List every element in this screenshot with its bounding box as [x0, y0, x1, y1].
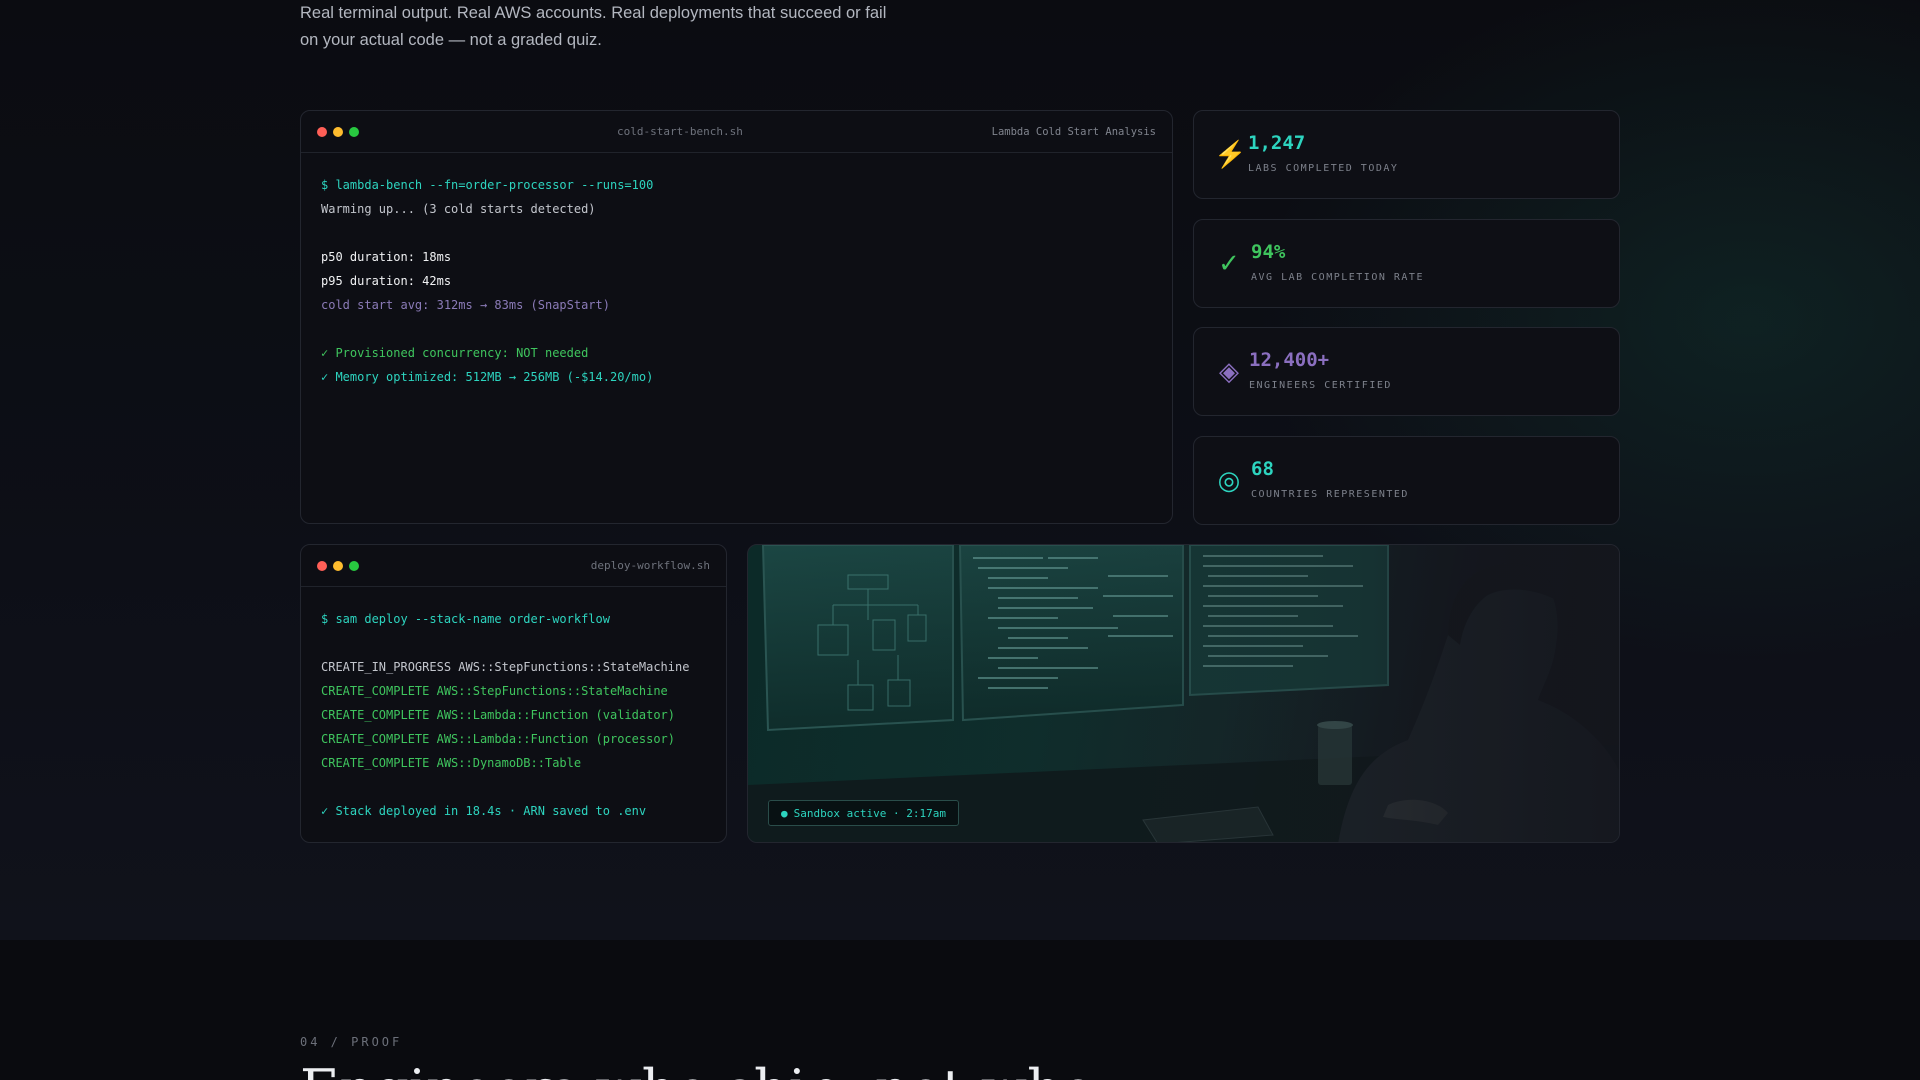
- terminal-line: CREATE_COMPLETE AWS::StepFunctions::Stat…: [321, 684, 668, 698]
- stat-label: COUNTRIES REPRESENTED: [1251, 489, 1409, 500]
- terminal-header: deploy-workflow.sh: [301, 545, 726, 587]
- terminal-tag: Lambda Cold Start Analysis: [991, 125, 1156, 138]
- stat-value: 12,400+: [1249, 349, 1330, 371]
- close-dot-icon[interactable]: [317, 560, 327, 571]
- diamond-icon: ◈: [1219, 356, 1239, 386]
- lightning-icon: ⚡: [1214, 139, 1247, 169]
- terminal-line: CREATE_COMPLETE AWS::Lambda::Function (v…: [321, 708, 676, 722]
- window-controls: [317, 560, 359, 571]
- terminal-line: $ sam deploy --stack-name order-workflow: [321, 612, 610, 626]
- terminal-line: CREATE_IN_PROGRESS AWS::StepFunctions::S…: [321, 660, 690, 674]
- stat-value: 94%: [1251, 241, 1286, 263]
- check-icon: ✓: [1218, 248, 1240, 278]
- stat-label: LABS COMPLETED TODAY: [1248, 163, 1399, 174]
- intro-line-2: on your actual code — not a graded quiz.: [300, 31, 602, 49]
- cold-start-terminal: cold-start-bench.sh Lambda Cold Start An…: [300, 110, 1173, 524]
- terminal-line: ✓ Memory optimized: 512MB → 256MB (-$14.…: [321, 370, 654, 384]
- terminal-line: Warming up... (3 cold starts detected): [321, 202, 596, 216]
- terminal-filename: deploy-workflow.sh: [590, 559, 710, 572]
- maximize-dot-icon[interactable]: [349, 560, 359, 571]
- terminal-line: CREATE_COMPLETE AWS::Lambda::Function (p…: [321, 732, 676, 746]
- terminal-filename: cold-start-bench.sh: [617, 125, 743, 138]
- stat-value: 68: [1251, 458, 1274, 480]
- engineer-at-monitors-illustration: [748, 545, 1619, 842]
- terminal-output: $ lambda-bench --fn=order-processor --ru…: [301, 153, 1172, 409]
- close-dot-icon[interactable]: [317, 126, 327, 137]
- stat-label: AVG LAB COMPLETION RATE: [1251, 272, 1424, 283]
- terminal-line: ✓ Provisioned concurrency: NOT needed: [321, 346, 589, 360]
- stat-card-certified: ◈ 12,400+ ENGINEERS CERTIFIED: [1193, 327, 1620, 416]
- terminal-line: CREATE_COMPLETE AWS::DynamoDB::Table: [321, 756, 582, 770]
- terminal-line: p50 duration: 18ms: [321, 250, 452, 264]
- terminal-line: p95 duration: 42ms: [321, 274, 452, 288]
- intro-paragraph: Real terminal output. Real AWS accounts.…: [300, 0, 900, 54]
- sandbox-status-badge: ● Sandbox active · 2:17am: [768, 800, 959, 826]
- section-eyebrow: 04 / PROOF: [300, 1035, 403, 1049]
- section-heading: Engineers who ship, not who: [300, 1058, 1094, 1080]
- minimize-dot-icon[interactable]: [333, 560, 343, 571]
- minimize-dot-icon[interactable]: [333, 126, 343, 137]
- intro-line-1: Real terminal output. Real AWS accounts.…: [300, 4, 887, 22]
- maximize-dot-icon[interactable]: [349, 126, 359, 137]
- stat-card-labs: ⚡ 1,247 LABS COMPLETED TODAY: [1193, 110, 1620, 199]
- terminal-output: $ sam deploy --stack-name order-workflow…: [301, 587, 726, 842]
- stat-label: ENGINEERS CERTIFIED: [1249, 380, 1392, 391]
- stat-value: 1,247: [1248, 132, 1306, 154]
- target-icon: ◎: [1217, 465, 1241, 495]
- deploy-terminal: deploy-workflow.sh $ sam deploy --stack-…: [300, 544, 727, 843]
- stat-card-completion: ✓ 94% AVG LAB COMPLETION RATE: [1193, 219, 1620, 308]
- terminal-header: cold-start-bench.sh Lambda Cold Start An…: [301, 111, 1172, 153]
- status-dot-icon: ●: [781, 806, 788, 820]
- window-controls: [317, 126, 359, 137]
- engineer-photo: ● Sandbox active · 2:17am: [747, 544, 1620, 843]
- terminal-line: cold start avg: 312ms → 83ms (SnapStart): [321, 298, 610, 312]
- stat-card-countries: ◎ 68 COUNTRIES REPRESENTED: [1193, 436, 1620, 525]
- terminal-line: $ lambda-bench --fn=order-processor --ru…: [321, 178, 654, 192]
- terminal-line: ✓ Stack deployed in 18.4s · ARN saved to…: [321, 804, 647, 818]
- sandbox-status-text: Sandbox active · 2:17am: [793, 806, 946, 820]
